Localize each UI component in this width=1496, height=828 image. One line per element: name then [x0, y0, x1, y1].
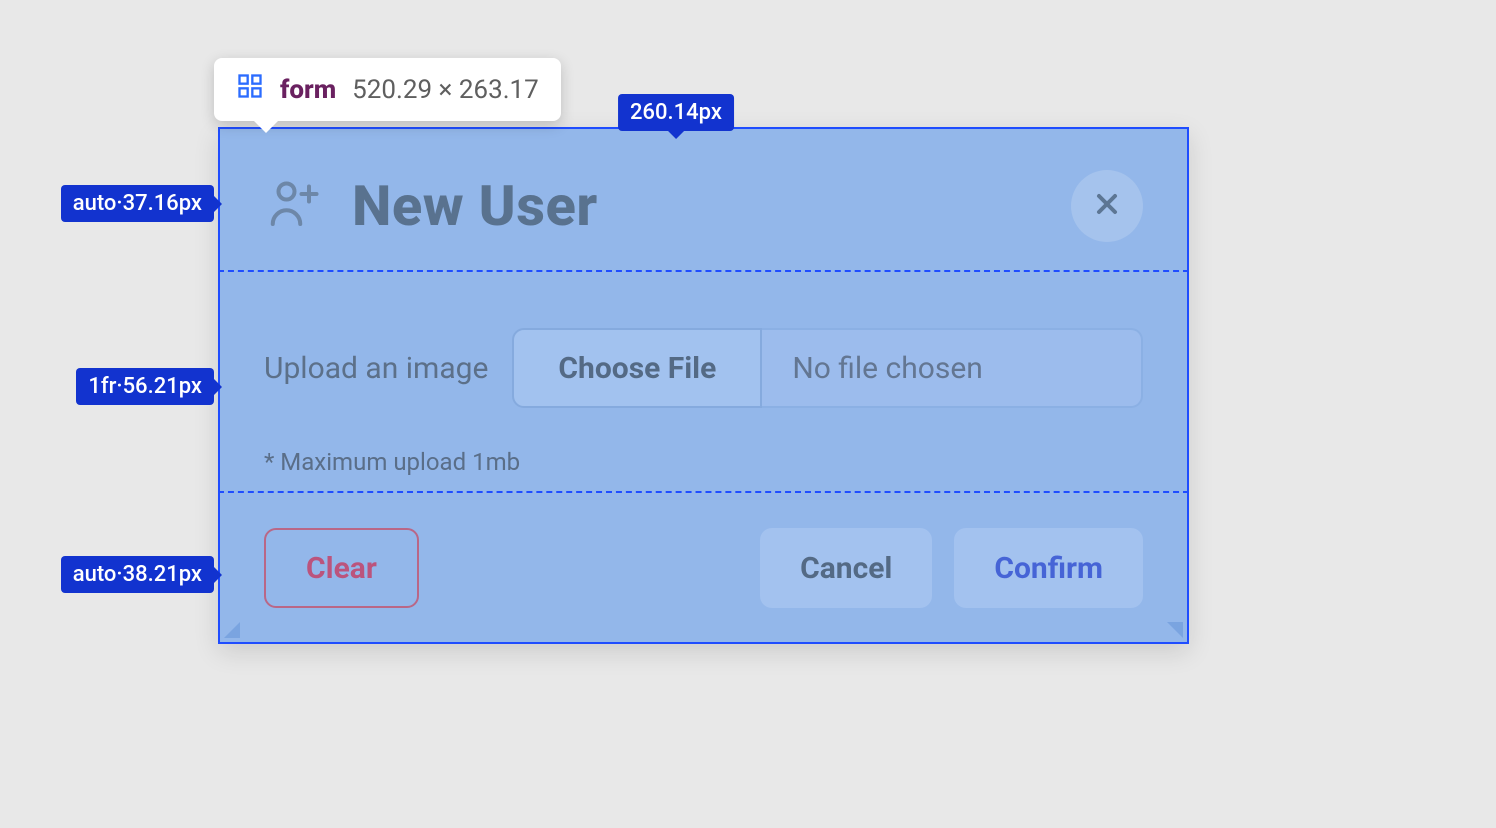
form-body: Upload an image Choose File No file chos… — [264, 242, 1143, 528]
grid-icon — [236, 72, 264, 107]
form-title: New User — [352, 173, 1043, 239]
tooltip-dimensions: 520.29 × 263.17 — [352, 75, 539, 105]
upload-hint: * Maximum upload 1mb — [264, 448, 1143, 476]
clear-button[interactable]: Clear — [264, 528, 419, 608]
upload-label: Upload an image — [264, 351, 488, 386]
cancel-button[interactable]: Cancel — [760, 528, 932, 608]
close-button[interactable] — [1071, 170, 1143, 242]
file-status: No file chosen — [762, 328, 1143, 408]
choose-file-button[interactable]: Choose File — [512, 328, 762, 408]
grid-row-measure-3: auto·38.21px — [61, 556, 214, 593]
close-icon — [1091, 188, 1123, 224]
tooltip-element-tag: form — [280, 75, 336, 105]
grid-row-divider — [218, 270, 1189, 272]
grid-row-measure-2: 1fr·56.21px — [76, 368, 214, 405]
confirm-button[interactable]: Confirm — [954, 528, 1143, 608]
new-user-form: New User Upload an image Choose File No … — [218, 127, 1189, 644]
devtools-tooltip: form 520.29 × 263.17 — [214, 58, 561, 121]
grid-column-measure: 260.14px — [618, 94, 734, 131]
form-footer: Clear Cancel Confirm — [264, 528, 1143, 608]
file-upload-row: Upload an image Choose File No file chos… — [264, 328, 1143, 408]
form-header: New User — [264, 169, 1143, 242]
file-input[interactable]: Choose File No file chosen — [512, 328, 1143, 408]
grid-row-divider — [218, 491, 1189, 493]
grid-row-measure-1: auto·37.16px — [61, 185, 214, 222]
user-plus-icon — [264, 172, 324, 240]
